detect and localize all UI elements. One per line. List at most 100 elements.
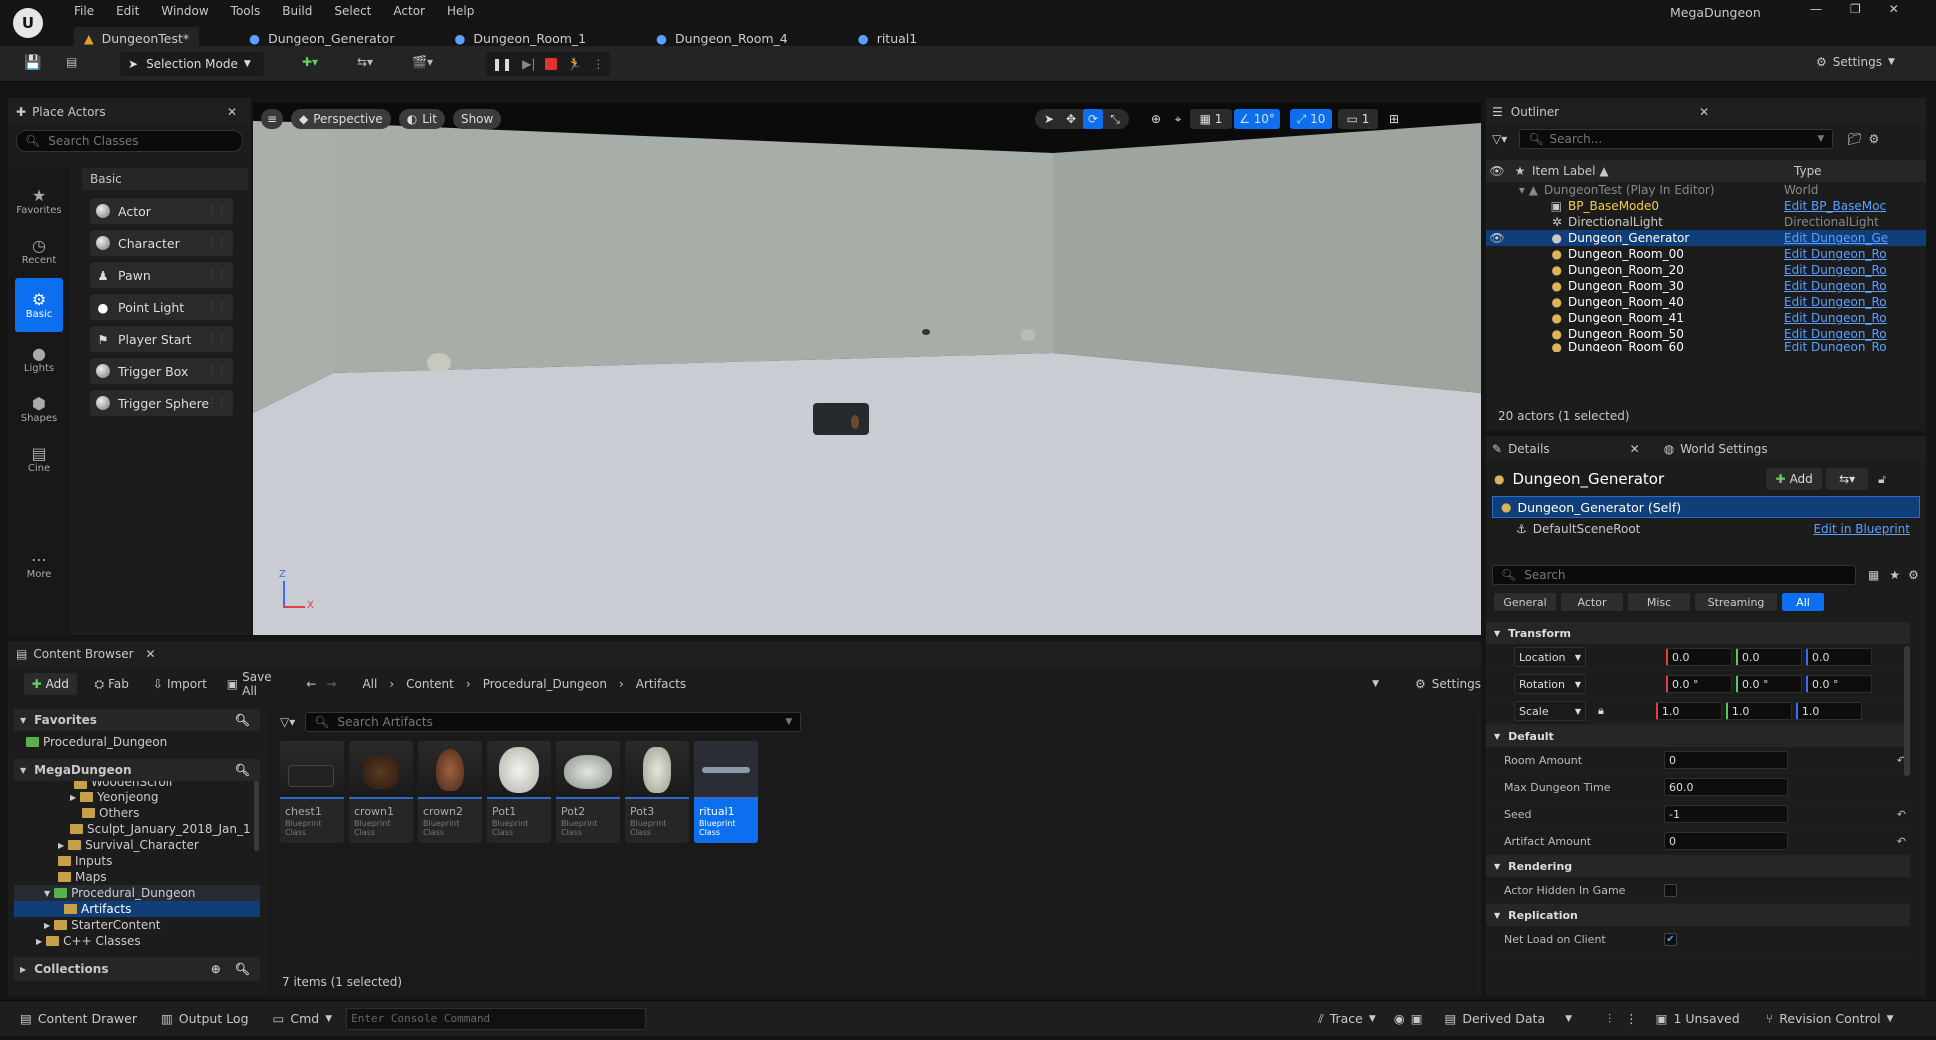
screenshot-icon[interactable]: ▣ [1411, 1011, 1423, 1026]
category-shapes[interactable]: ⬢ Shapes [15, 386, 63, 432]
filter-general[interactable]: General [1494, 593, 1556, 611]
eye-icon[interactable]: 👁︎ [1486, 231, 1508, 245]
add-collection-icon[interactable]: ⊕ [211, 962, 221, 976]
lock-icon[interactable]: 🔓︎ [1878, 472, 1886, 487]
forward-icon[interactable]: → [326, 677, 336, 691]
unreal-logo-icon[interactable]: U [13, 8, 43, 38]
menu-help[interactable]: Help [447, 4, 474, 18]
actor-item-pawn[interactable]: ♟ Pawn ⋮⋮ [90, 262, 233, 288]
filter-all[interactable]: All [1782, 593, 1824, 611]
actor-item-trigger-sphere[interactable]: Trigger Sphere ⋮⋮ [90, 390, 233, 416]
outliner-row[interactable]: ● Dungeon_Room_50 Edit Dungeon_Ro [1486, 326, 1926, 342]
reset-icon[interactable]: ↶ [1897, 808, 1906, 821]
scale-x-input[interactable]: 1.0 [1655, 702, 1722, 720]
outliner-row[interactable]: ✲ DirectionalLight DirectionalLight [1486, 214, 1926, 230]
category-cine[interactable]: ▤ Cine [15, 436, 63, 482]
rendering-section[interactable]: ▼ Rendering [1486, 855, 1910, 877]
grid-snap-toggle[interactable]: ▦ 1 [1190, 109, 1232, 129]
layout-icon[interactable]: ⊞ [1384, 109, 1404, 129]
scale-tool-icon[interactable]: ⤡ [1105, 109, 1125, 129]
surface-snap-icon[interactable]: ⌖ [1168, 109, 1188, 129]
chevron-down-icon[interactable]: ▼ [1372, 679, 1379, 689]
folder-item[interactable]: ▼ Procedural_Dungeon [14, 885, 260, 901]
filter-icon[interactable]: ▽▾ [1492, 132, 1507, 146]
folder-item[interactable]: ▶ Survival_Character [14, 837, 260, 853]
revision-control-dropdown[interactable]: ⑂ Revision Control ▼ [1766, 1011, 1894, 1026]
close-tab-icon[interactable]: ✕ [146, 647, 156, 661]
viewport-menu-icon[interactable]: ≡ [261, 109, 283, 129]
outliner-row[interactable]: ● Dungeon_Room_30 Edit Dungeon_Ro [1486, 278, 1926, 294]
actor-item-point-light[interactable]: ● Point Light ⋮⋮ [90, 294, 233, 320]
favorites-star-icon[interactable]: ★ [1889, 568, 1900, 582]
content-icon[interactable]: ▤ [66, 55, 77, 69]
component-root[interactable]: ⚓ DefaultSceneRoot Edit in Blueprint [1486, 518, 1926, 540]
category-more[interactable]: ⋯ More [15, 542, 63, 588]
default-section[interactable]: ▼ Default [1486, 725, 1910, 747]
filter-streaming[interactable]: Streaming [1695, 593, 1777, 611]
outliner-row[interactable]: ▣ BP_BaseMode0 Edit BP_BaseMoc [1486, 198, 1926, 214]
filter-actor[interactable]: Actor [1561, 593, 1623, 611]
category-recent[interactable]: ◷ Recent [15, 228, 63, 274]
location-x-input[interactable]: 0.0 [1666, 648, 1732, 666]
asset-tile-ritual1[interactable]: ritual1 Blueprint Class [694, 741, 758, 843]
favorite-procedural-dungeon[interactable]: Procedural_Dungeon [14, 731, 260, 753]
folder-item[interactable]: ▶ StarterContent [14, 917, 260, 933]
rotation-z-input[interactable]: 0.0 ° [1806, 675, 1872, 693]
category-lights[interactable]: ● Lights [15, 336, 63, 382]
level-viewport[interactable]: ≡ ◆ Perspective ◐ Lit Show ➤ ✥ ⟳ ⤡ ⊕ ⌖ ▦ 1… [253, 103, 1481, 635]
room-amount-input[interactable]: 0 [1664, 751, 1788, 769]
asset-tile-crown1[interactable]: crown1 Blueprint Class [349, 741, 413, 843]
search-icon[interactable]: 🔍︎ [235, 962, 250, 976]
menu-window[interactable]: Window [161, 4, 208, 18]
gear-icon[interactable]: ⚙ [1908, 568, 1919, 582]
add-button[interactable]: ✚ Add [24, 673, 77, 695]
artifact-amount-input[interactable]: 0 [1664, 832, 1788, 850]
category-basic[interactable]: ⚙ Basic [15, 278, 63, 332]
menu-actor[interactable]: Actor [393, 4, 425, 18]
component-self[interactable]: ● Dungeon_Generator (Self) [1492, 496, 1920, 518]
actor-item-trigger-box[interactable]: Trigger Box ⋮⋮ [90, 358, 233, 384]
network-icon[interactable]: ⫶ [1608, 1011, 1611, 1027]
rotation-dropdown[interactable]: Rotation ▼ [1514, 674, 1586, 694]
search-icon[interactable]: 🔍︎ [235, 713, 250, 727]
fab-button[interactable]: ⛭ Fab [95, 677, 129, 692]
perspective-button[interactable]: ◆ Perspective [291, 109, 391, 129]
close-window-icon[interactable]: ✕ [1889, 2, 1899, 16]
rotate-tool-icon[interactable]: ⟳ [1083, 109, 1103, 129]
select-tool-icon[interactable]: ➤ [1039, 109, 1059, 129]
collections-header[interactable]: ▶ Collections ⊕ 🔍︎ [14, 957, 260, 981]
add-component-button[interactable]: ✚ Add [1766, 468, 1823, 490]
breadcrumb-content[interactable]: Content [406, 677, 454, 691]
selection-mode-dropdown[interactable]: ➤ Selection Mode ▼ [120, 52, 264, 76]
world-settings-tab[interactable]: World Settings [1680, 442, 1767, 456]
location-y-input[interactable]: 0.0 [1736, 648, 1802, 666]
step-icon[interactable]: ▶| [522, 57, 535, 71]
add-actor-icon[interactable]: ✚▾ [302, 55, 318, 69]
asset-tile-pot2[interactable]: Pot2 Blueprint Class [556, 741, 620, 843]
add-folder-icon[interactable]: 📁︎ [1847, 132, 1862, 146]
settings-button[interactable]: ⚙ Settings ▼ [1816, 55, 1895, 69]
record-icon[interactable]: ◉ [1394, 1011, 1405, 1026]
actor-item-actor[interactable]: Actor ⋮⋮ [90, 198, 233, 224]
output-log-button[interactable]: ▥ Output Log [161, 1011, 249, 1026]
menu-select[interactable]: Select [334, 4, 371, 18]
category-favorites[interactable]: ★ Favorites [15, 178, 63, 224]
replication-section[interactable]: ▼ Replication [1486, 904, 1910, 926]
show-button[interactable]: Show [452, 109, 502, 129]
menu-tools[interactable]: Tools [231, 4, 261, 18]
item-label-column[interactable]: Item Label ▲ [1532, 164, 1794, 178]
folder-item[interactable]: Inputs [14, 853, 260, 869]
details-tab[interactable]: Details [1508, 442, 1550, 456]
favorites-header[interactable]: ▼ Favorites 🔍︎ [14, 709, 260, 731]
lit-button[interactable]: ◐ Lit [398, 109, 445, 129]
filter-icon[interactable]: ▽▾ [280, 715, 295, 729]
folder-item[interactable]: Others [14, 805, 260, 821]
reset-icon[interactable]: ↶ [1897, 835, 1906, 848]
angle-snap-toggle[interactable]: ∠ 10° [1234, 109, 1280, 129]
max-dungeon-time-input[interactable]: 60.0 [1664, 778, 1788, 796]
camera-speed-button[interactable]: ▭ 1 [1338, 109, 1378, 129]
folder-item[interactable]: Maps [14, 869, 260, 885]
more-options-icon[interactable]: ⋮ [1625, 1011, 1638, 1026]
menu-file[interactable]: File [74, 4, 94, 18]
lock-icon[interactable]: 🔒︎ [1598, 704, 1604, 718]
